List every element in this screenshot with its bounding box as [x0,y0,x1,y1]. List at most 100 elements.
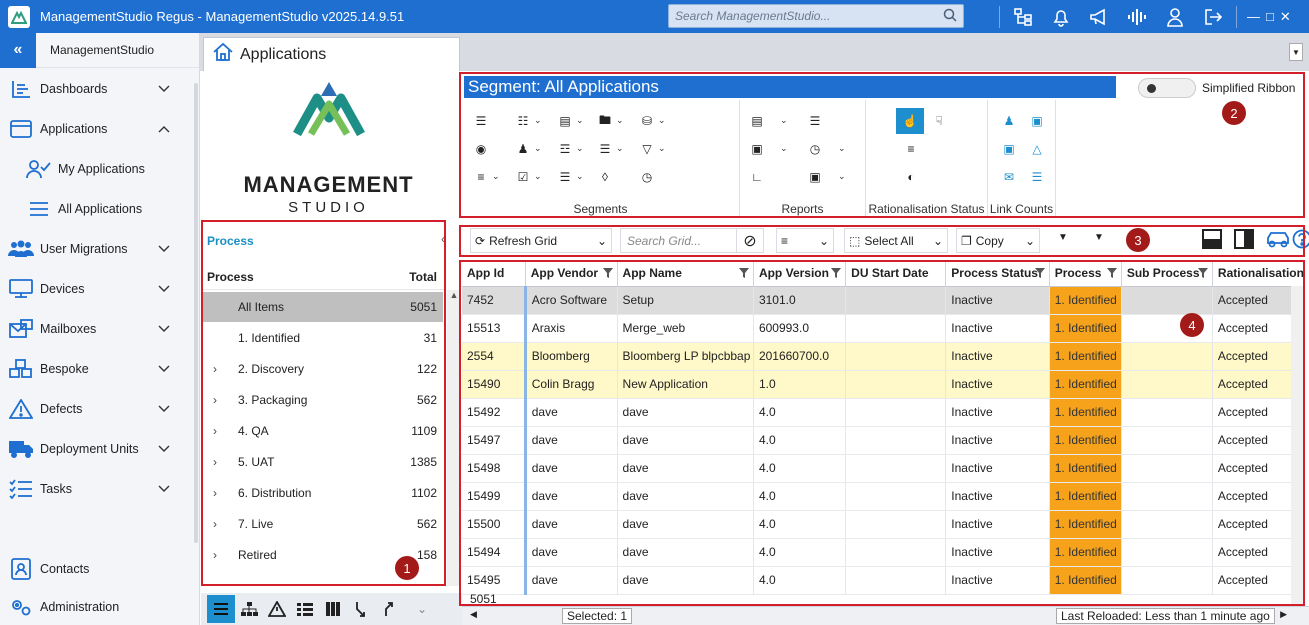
close-icon[interactable]: ✕ [1280,9,1291,25]
truck-icon [8,439,34,459]
title-bar: ManagementStudio Regus - ManagementStudi… [0,0,1309,33]
last-reloaded: Last Reloaded: Less than 1 minute ago [1056,608,1275,624]
nav-item-defects[interactable]: Defects [0,393,194,425]
nav-item-mailboxes[interactable]: Mailboxes [0,313,194,345]
nav-item-dashboards[interactable]: Dashboards [0,73,194,105]
tab-applications[interactable]: Applications [203,37,460,71]
user-icon[interactable] [1156,0,1194,33]
highlight-box-1 [201,220,446,586]
megaphone-icon[interactable] [1080,0,1118,33]
package-view-icon[interactable] [319,595,347,623]
users-icon [8,240,34,258]
nav-item-bespoke[interactable]: Bespoke [0,353,194,385]
tasks-icon [8,479,34,499]
list-icon [26,201,52,217]
highlight-box-2 [459,72,1305,218]
chevron-down-icon[interactable] [158,322,170,336]
status-view-icon[interactable] [291,595,319,623]
highlight-box-3 [459,225,1305,257]
nav-label: Contacts [40,562,90,576]
panel-toolbar-chevron-icon[interactable]: ⌄ [417,602,427,616]
gears-icon [8,597,34,617]
search-icon[interactable] [943,8,957,25]
nav-item-administration[interactable]: Administration [0,591,194,623]
chevron-down-icon[interactable] [158,242,170,256]
nav-item-devices[interactable]: Devices [0,273,194,305]
user-check-icon [26,159,52,179]
cubes-icon [8,359,34,379]
minimize-icon[interactable]: — [1247,9,1260,25]
nav-label: All Applications [58,202,143,216]
bell-icon[interactable] [1042,0,1080,33]
nav-label: Defects [40,402,83,416]
home-icon [212,42,234,67]
nav-scrollbar[interactable] [194,83,198,543]
nav-label: Mailboxes [40,322,97,336]
nav-header-label: ManagementStudio [50,43,155,57]
app-logo-icon [8,5,30,28]
nav-item-all-applications[interactable]: All Applications [0,193,194,225]
contact-icon [8,558,34,580]
tab-label: Applications [240,45,327,63]
nav-label: My Applications [58,162,145,176]
status-bar: ◀ Selected: 1 Last Reloaded: Less than 1… [462,606,1309,625]
nav-item-applications[interactable]: Applications [0,113,194,145]
nav-label: Administration [40,600,120,614]
nav-item-user-migrations[interactable]: User Migrations [0,233,194,265]
nav-item-deployment-units[interactable]: Deployment Units [0,433,194,465]
tab-strip: Applications ▼ [200,33,1309,71]
callout-badge-3: 3 [1126,228,1150,252]
applications-icon [8,120,34,138]
toolbar-divider [1236,5,1237,28]
dashboard-icon [8,80,34,98]
list-view-icon[interactable] [207,595,235,623]
nav-label: User Migrations [40,242,128,256]
mailbox-icon [8,319,34,339]
scroll-left-icon[interactable]: ◀ [470,609,477,620]
org-chart-icon[interactable] [1004,0,1042,33]
chevron-down-icon[interactable] [158,402,170,416]
maximize-icon[interactable]: □ [1266,9,1274,25]
hierarchy-view-icon[interactable] [235,595,263,623]
monitor-icon [8,279,34,299]
route-view-icon[interactable] [375,595,403,623]
nav-item-tasks[interactable]: Tasks [0,473,194,505]
nav-label: Devices [40,282,85,296]
nav-item-contacts[interactable]: Contacts [0,553,194,585]
nav-label: Tasks [40,482,72,496]
logo-mark-icon [293,82,365,137]
callout-badge-4: 4 [1180,313,1204,337]
chevron-down-icon[interactable] [158,442,170,456]
tab-menu-button[interactable]: ▼ [1289,43,1303,61]
merge-view-icon[interactable] [347,595,375,623]
chevron-down-icon[interactable] [158,82,170,96]
nav-label: Dashboards [40,82,108,96]
chevron-up-icon[interactable] [158,122,170,136]
warning-icon [8,399,34,419]
logout-icon[interactable] [1194,0,1232,33]
chevron-down-icon[interactable] [158,482,170,496]
window-title: ManagementStudio Regus - ManagementStudi… [40,9,405,24]
selected-count: Selected: 1 [562,608,633,624]
chevron-down-icon[interactable] [158,362,170,376]
collapse-nav-button[interactable]: « [0,32,36,68]
logo-text-line1: MANAGEMENT [243,172,414,197]
nav-item-my-applications[interactable]: My Applications [0,153,194,185]
left-navigation: « ManagementStudio Dashboards Applicatio… [0,32,200,625]
nav-label: Bespoke [40,362,89,376]
scroll-right-icon[interactable]: ▶ [1280,609,1287,620]
highlight-box-4 [459,260,1305,606]
global-search-placeholder: Search ManagementStudio... [675,9,831,23]
management-studio-logo: MANAGEMENT STUDIO [201,72,456,220]
toolbar-divider [999,5,1000,28]
chevron-down-icon[interactable] [158,282,170,296]
panel-view-toolbar: ⌄ [201,593,463,625]
nav-label: Deployment Units [40,442,139,456]
warning-view-icon[interactable] [263,595,291,623]
callout-badge-1: 1 [395,556,419,580]
callout-badge-2: 2 [1222,101,1246,125]
logo-text-line2: STUDIO [288,199,369,216]
waveform-icon[interactable] [1118,0,1156,33]
global-search-input[interactable]: Search ManagementStudio... [668,4,964,28]
nav-label: Applications [40,122,108,136]
